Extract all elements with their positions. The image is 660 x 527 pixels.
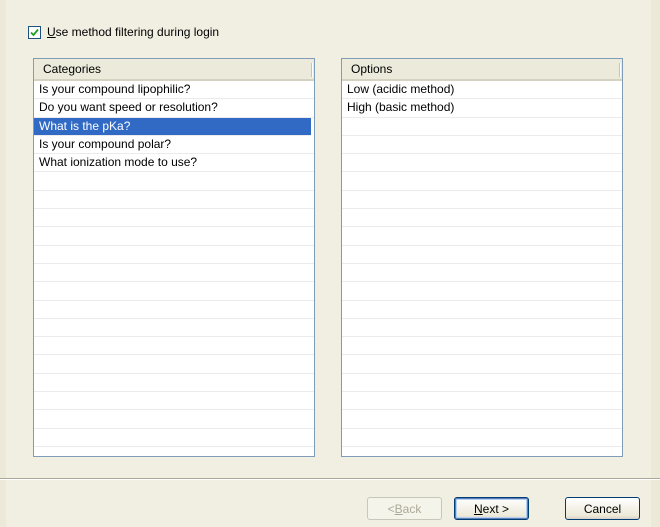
list-item[interactable]: High (basic method): [342, 99, 622, 118]
empty-row: [342, 301, 622, 319]
empty-row: [342, 282, 622, 301]
empty-row: [34, 374, 314, 393]
options-column-header[interactable]: Options: [342, 59, 622, 81]
empty-row: [342, 118, 622, 136]
empty-row: [34, 410, 314, 429]
empty-row: [342, 264, 622, 283]
empty-row: [342, 246, 622, 264]
categories-list[interactable]: Categories Is your compound lipophilic? D…: [33, 58, 315, 457]
empty-row: [34, 172, 314, 191]
empty-row: [34, 355, 314, 374]
empty-row: [342, 136, 622, 155]
empty-row: [34, 429, 314, 447]
column-divider[interactable]: [311, 63, 312, 77]
categories-column-header[interactable]: Categories: [34, 59, 314, 81]
list-item[interactable]: Low (acidic method): [342, 81, 622, 100]
next-button[interactable]: Next >: [454, 497, 529, 520]
empty-row: [342, 392, 622, 411]
empty-row: [34, 191, 314, 210]
categories-header-label: Categories: [43, 62, 102, 76]
method-filtering-option[interactable]: Use method filtering during login: [28, 24, 219, 40]
empty-row: [34, 392, 314, 411]
method-filtering-checkbox[interactable]: [28, 25, 41, 39]
list-item[interactable]: Is your compound lipophilic?: [34, 81, 314, 100]
empty-row: [34, 246, 314, 264]
empty-row: [342, 319, 622, 338]
empty-row: [342, 191, 622, 210]
back-button[interactable]: < Back: [367, 497, 442, 520]
list-item[interactable]: What is the pKa?: [34, 117, 311, 136]
wizard-window: Use method filtering during login Catego…: [6, 0, 651, 527]
empty-row: [342, 447, 622, 456]
options-rows: Low (acidic method) High (basic method): [342, 81, 622, 456]
options-list[interactable]: Options Low (acidic method) High (basic m…: [341, 58, 623, 457]
footer-divider: [0, 478, 660, 479]
cancel-button[interactable]: Cancel: [565, 497, 640, 520]
checkmark-icon: [30, 28, 39, 36]
empty-row: [34, 301, 314, 319]
options-header-label: Options: [351, 62, 393, 76]
empty-row: [34, 227, 314, 246]
list-item[interactable]: What ionization mode to use?: [34, 154, 314, 173]
empty-row: [342, 154, 622, 173]
categories-rows: Is your compound lipophilic? Do you want …: [34, 81, 314, 456]
column-divider[interactable]: [619, 63, 620, 77]
empty-row: [342, 374, 622, 393]
empty-row: [342, 410, 622, 429]
empty-row: [342, 209, 622, 228]
list-item[interactable]: Is your compound polar?: [34, 136, 314, 155]
empty-row: [342, 337, 622, 356]
empty-row: [34, 447, 314, 456]
empty-row: [34, 319, 314, 338]
empty-row: [34, 264, 314, 283]
empty-row: [342, 355, 622, 374]
empty-row: [342, 227, 622, 246]
empty-row: [34, 337, 314, 356]
method-filtering-label[interactable]: Use method filtering during login: [47, 25, 219, 39]
empty-row: [342, 429, 622, 447]
list-item[interactable]: Do you want speed or resolution?: [34, 99, 314, 118]
empty-row: [34, 282, 314, 301]
empty-row: [34, 209, 314, 228]
empty-row: [342, 172, 622, 191]
